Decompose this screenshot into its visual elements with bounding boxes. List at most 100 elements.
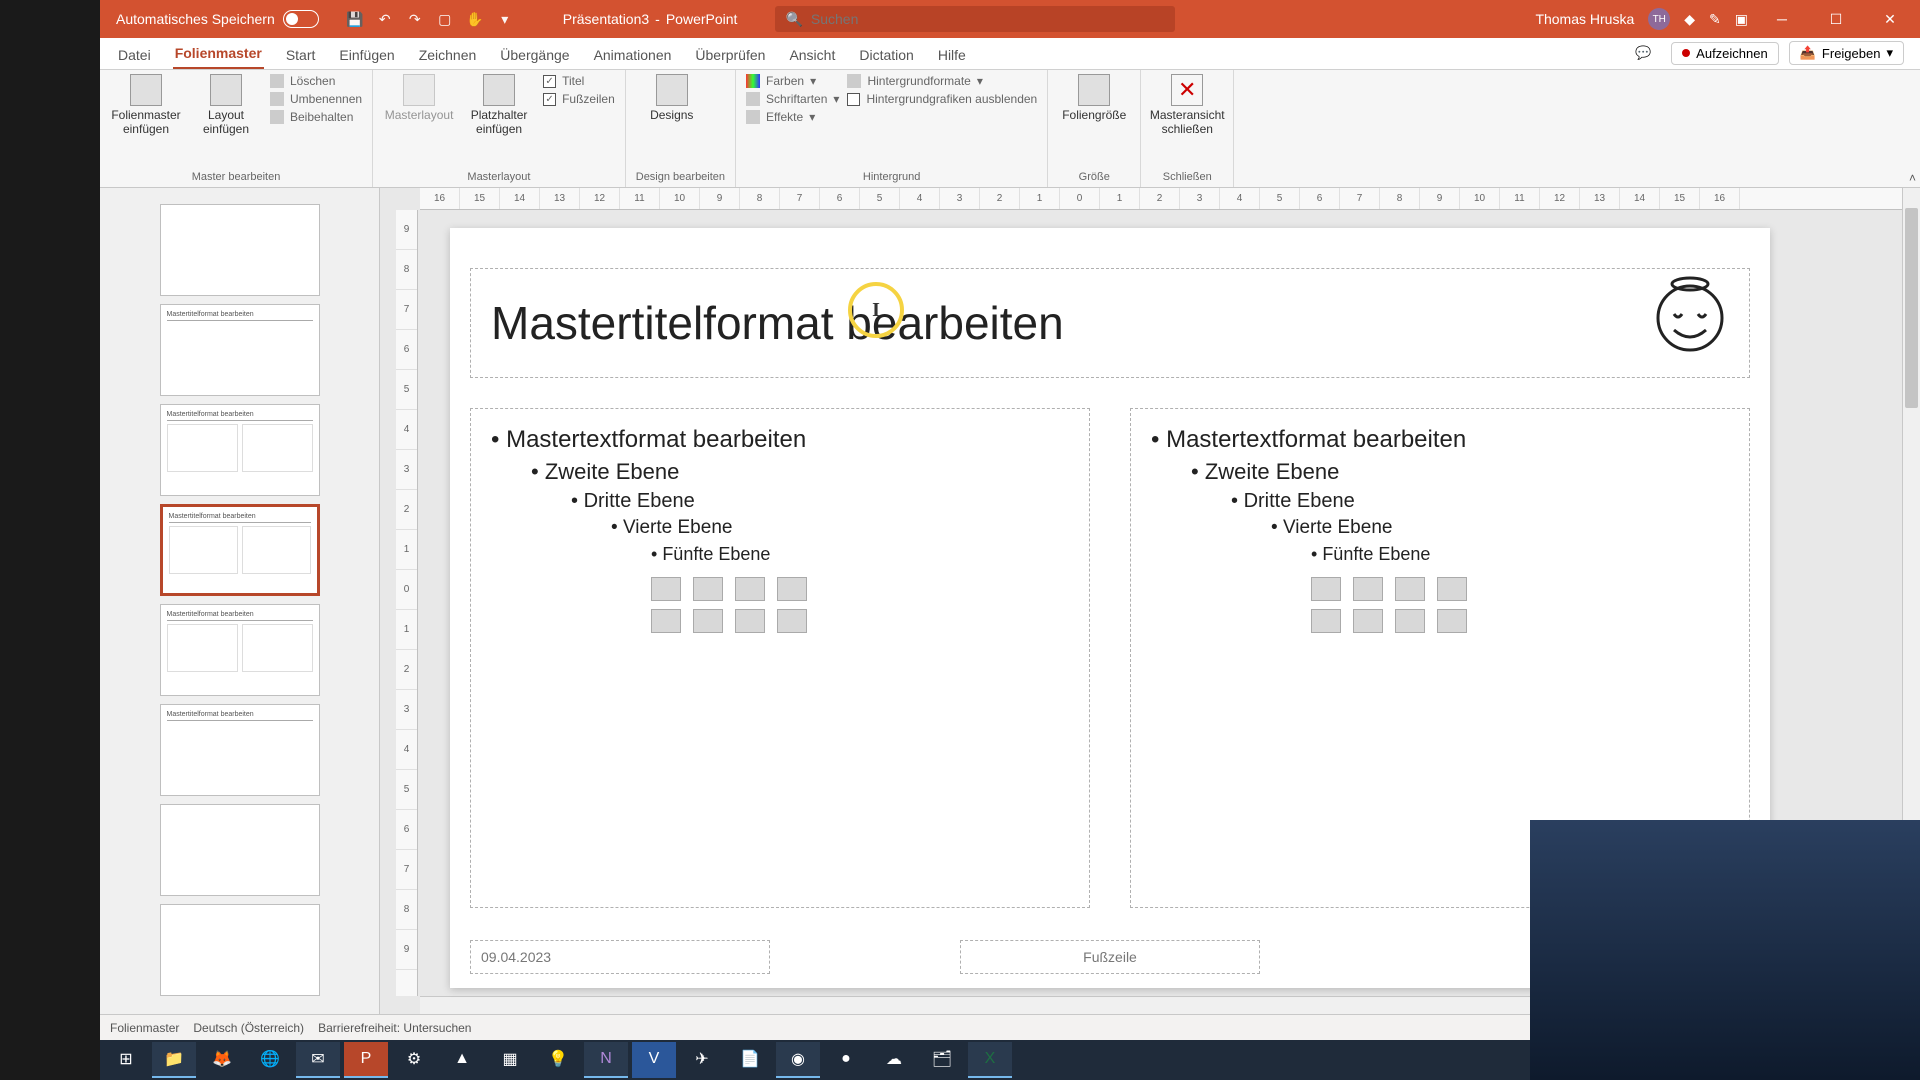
obs-icon[interactable]: ◉ xyxy=(776,1042,820,1078)
app-icon-6[interactable]: ☁ xyxy=(872,1042,916,1078)
rename-button[interactable]: Umbenennen xyxy=(270,92,362,106)
insert-slidemaster-button[interactable]: Folienmaster einfügen xyxy=(110,74,182,136)
tab-dictation[interactable]: Dictation xyxy=(857,41,915,69)
colors-dropdown[interactable]: Farben▾ xyxy=(746,74,839,88)
minimize-button[interactable]: ─ xyxy=(1762,0,1802,38)
tab-start[interactable]: Start xyxy=(284,41,318,69)
present-icon[interactable]: ▢ xyxy=(435,9,455,29)
app-icon-3[interactable]: 💡 xyxy=(536,1042,580,1078)
insert-icon-icon[interactable] xyxy=(1437,609,1467,633)
insert-online-picture-icon[interactable] xyxy=(1353,609,1383,633)
touch-icon[interactable]: ✋ xyxy=(465,9,485,29)
insert-video-icon[interactable] xyxy=(735,609,765,633)
ribbon-collapse-icon[interactable]: ˄ xyxy=(1909,171,1916,185)
insert-3d-icon[interactable] xyxy=(777,577,807,601)
tab-datei[interactable]: Datei xyxy=(116,41,153,69)
layout-thumb-8[interactable] xyxy=(160,904,320,996)
insert-chart-icon[interactable] xyxy=(693,577,723,601)
insert-table-icon[interactable] xyxy=(1311,577,1341,601)
footers-checkbox[interactable]: ✓Fußzeilen xyxy=(543,92,615,106)
insert-table-icon[interactable] xyxy=(651,577,681,601)
smiley-icon[interactable] xyxy=(1650,274,1730,354)
app-icon-5[interactable]: ● xyxy=(824,1042,868,1078)
window-icon[interactable]: ▣ xyxy=(1735,11,1748,28)
tab-uebergaenge[interactable]: Übergänge xyxy=(498,41,571,69)
insert-chart-icon[interactable] xyxy=(1353,577,1383,601)
visio-icon[interactable]: V xyxy=(632,1042,676,1078)
tab-zeichnen[interactable]: Zeichnen xyxy=(417,41,479,69)
hide-bg-graphics-checkbox[interactable]: Hintergrundgrafiken ausblenden xyxy=(847,92,1037,106)
vlc-icon[interactable]: ▲ xyxy=(440,1042,484,1078)
share-button[interactable]: 📤Freigeben▾ xyxy=(1789,41,1904,65)
themes-button[interactable]: Designs xyxy=(636,74,708,122)
search-input[interactable] xyxy=(811,11,1166,27)
insert-picture-icon[interactable] xyxy=(651,609,681,633)
insert-video-icon[interactable] xyxy=(1395,609,1425,633)
tab-ueberpruefen[interactable]: Überprüfen xyxy=(693,41,767,69)
insert-picture-icon[interactable] xyxy=(1311,609,1341,633)
status-accessibility[interactable]: Barrierefreiheit: Untersuchen xyxy=(318,1021,471,1035)
fonts-dropdown[interactable]: Schriftarten▾ xyxy=(746,92,839,106)
start-button[interactable]: ⊞ xyxy=(104,1042,148,1078)
outlook-icon[interactable]: ✉ xyxy=(296,1042,340,1078)
layout-thumb-3[interactable]: Mastertitelformat bearbeiten xyxy=(160,404,320,496)
app-icon-4[interactable]: 📄 xyxy=(728,1042,772,1078)
diamond-icon[interactable]: ◆ xyxy=(1684,11,1695,28)
content-placeholder-left[interactable]: Mastertextformat bearbeiten Zweite Ebene… xyxy=(470,408,1090,908)
onenote-icon[interactable]: N xyxy=(584,1042,628,1078)
firefox-icon[interactable]: 🦊 xyxy=(200,1042,244,1078)
explorer-icon[interactable]: 📁 xyxy=(152,1042,196,1078)
layout-thumb-7[interactable] xyxy=(160,804,320,896)
tab-animationen[interactable]: Animationen xyxy=(592,41,674,69)
insert-3d-icon[interactable] xyxy=(1437,577,1467,601)
insert-placeholder-button[interactable]: Platzhalter einfügen xyxy=(463,74,535,136)
user-name[interactable]: Thomas Hruska xyxy=(1535,11,1634,27)
title-checkbox[interactable]: ✓Titel xyxy=(543,74,615,88)
close-button[interactable]: ✕ xyxy=(1870,0,1910,38)
qat-more-icon[interactable]: ▾ xyxy=(495,9,515,29)
footer-placeholder[interactable]: Fußzeile xyxy=(960,940,1260,974)
background-styles-dropdown[interactable]: Hintergrundformate▾ xyxy=(847,74,1037,88)
redo-icon[interactable]: ↷ xyxy=(405,9,425,29)
status-view[interactable]: Folienmaster xyxy=(110,1021,179,1035)
search-box[interactable]: 🔍 xyxy=(775,6,1175,32)
layout-thumbnails-pane[interactable]: Mastertitelformat bearbeiten Mastertitel… xyxy=(100,188,380,1014)
preserve-button[interactable]: Beibehalten xyxy=(270,110,362,124)
insert-icon-icon[interactable] xyxy=(777,609,807,633)
undo-icon[interactable]: ↶ xyxy=(375,9,395,29)
maximize-button[interactable]: ☐ xyxy=(1816,0,1856,38)
chrome-icon[interactable]: 🌐 xyxy=(248,1042,292,1078)
telegram-icon[interactable]: ✈ xyxy=(680,1042,724,1078)
save-icon[interactable]: 💾 xyxy=(345,9,365,29)
layout-thumb-6[interactable]: Mastertitelformat bearbeiten xyxy=(160,704,320,796)
app-icon-2[interactable]: ▦ xyxy=(488,1042,532,1078)
record-button[interactable]: Aufzeichnen xyxy=(1671,42,1779,65)
tab-ansicht[interactable]: Ansicht xyxy=(787,41,837,69)
comments-button[interactable]: 💬 xyxy=(1625,42,1661,64)
layout-thumb-4-selected[interactable]: Mastertitelformat bearbeiten xyxy=(160,504,320,596)
insert-smartart-icon[interactable] xyxy=(735,577,765,601)
date-placeholder[interactable]: 09.04.2023 xyxy=(470,940,770,974)
close-master-button[interactable]: ✕Masteransicht schließen xyxy=(1151,74,1223,136)
insert-online-picture-icon[interactable] xyxy=(693,609,723,633)
layout-thumb-2[interactable]: Mastertitelformat bearbeiten xyxy=(160,304,320,396)
app-icon-1[interactable]: ⚙ xyxy=(392,1042,436,1078)
slide-size-button[interactable]: Foliengröße xyxy=(1058,74,1130,122)
layout-thumb-5[interactable]: Mastertitelformat bearbeiten xyxy=(160,604,320,696)
insert-smartart-icon[interactable] xyxy=(1395,577,1425,601)
pen-icon[interactable]: ✎ xyxy=(1709,11,1721,28)
powerpoint-icon[interactable]: P xyxy=(344,1042,388,1078)
title-placeholder[interactable]: Mastertitelformat bearbeiten xyxy=(470,268,1750,378)
excel-icon[interactable]: X xyxy=(968,1042,1012,1078)
delete-button[interactable]: Löschen xyxy=(270,74,362,88)
effects-dropdown[interactable]: Effekte▾ xyxy=(746,110,839,124)
tab-hilfe[interactable]: Hilfe xyxy=(936,41,968,69)
user-avatar[interactable]: TH xyxy=(1648,8,1670,30)
status-lang[interactable]: Deutsch (Österreich) xyxy=(193,1021,304,1035)
tab-folienmaster[interactable]: Folienmaster xyxy=(173,39,264,69)
tab-einfuegen[interactable]: Einfügen xyxy=(337,41,396,69)
insert-layout-button[interactable]: Layout einfügen xyxy=(190,74,262,136)
autosave-toggle[interactable] xyxy=(283,10,319,28)
app-icon-7[interactable]: 🗂 xyxy=(920,1042,964,1078)
layout-thumb-1[interactable] xyxy=(160,204,320,296)
